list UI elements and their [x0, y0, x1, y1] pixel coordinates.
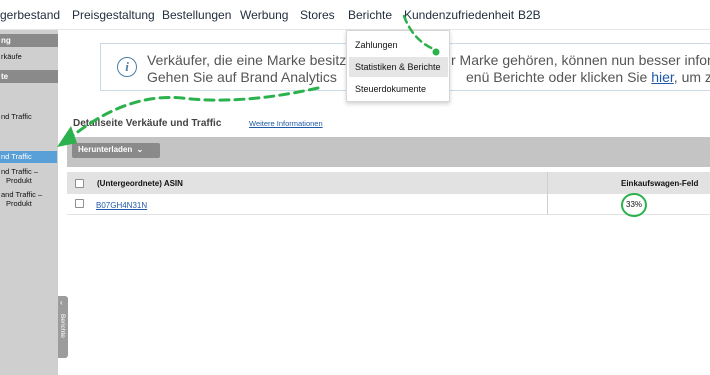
chevron-left-icon: ‹: [60, 298, 63, 307]
nav-item-orders[interactable]: Bestellungen: [162, 8, 231, 22]
sidebar: ng rkäufe te nd Traffic nd Traffic nd Tr…: [0, 30, 58, 375]
sidebar-toggle-label: Berichte: [59, 314, 66, 338]
nav-item-reports[interactable]: Berichte: [348, 8, 392, 22]
row-checkbox[interactable]: [75, 199, 84, 208]
highlight-circle: [621, 193, 647, 217]
asin-link[interactable]: B07GH4N31N: [96, 201, 147, 210]
sidebar-item-traffic-parent-product[interactable]: and Traffic – Produkt: [1, 190, 58, 208]
sidebar-item-label: Produkt: [6, 176, 32, 185]
download-button-label: Herunterladen: [78, 145, 133, 154]
download-button[interactable]: Herunterladen ⌄: [72, 143, 160, 158]
nav-item-inventory[interactable]: gerbestand: [0, 8, 60, 22]
more-info-link[interactable]: Weitere Informationen: [249, 119, 323, 128]
column-header-asin[interactable]: (Untergeordnete) ASIN: [97, 179, 183, 188]
column-divider: [547, 172, 548, 215]
banner-text-line2: Gehen Sie auf Brand Analytics: [147, 69, 337, 85]
report-title: Detailseite Verkäufe und Traffic: [73, 118, 222, 129]
table-row: B07GH4N31N 33%: [67, 195, 710, 215]
menu-item-payments[interactable]: Zahlungen: [349, 35, 448, 55]
column-header-buybox[interactable]: Einkaufswagen-Feld: [621, 179, 698, 188]
chevron-down-icon: ⌄: [136, 145, 144, 154]
banner-text: enü Berichte oder klicken Sie: [466, 69, 648, 85]
sidebar-section-header: ng: [0, 34, 58, 47]
reports-dropdown-menu: Zahlungen Statistiken & Berichte Steuerd…: [346, 30, 450, 102]
nav-item-customer-satisfaction[interactable]: Kundenzufriedenheit: [404, 8, 514, 22]
info-icon: i: [117, 57, 137, 77]
nav-item-pricing[interactable]: Preisgestaltung: [72, 8, 155, 22]
banner-here-link[interactable]: hier: [651, 69, 674, 85]
nav-item-advertising[interactable]: Werbung: [240, 8, 288, 22]
banner-text-line1-right: r Marke gehören, können nun besser infor: [451, 52, 710, 68]
page: gerbestand Preisgestaltung Bestellungen …: [0, 0, 710, 375]
nav-item-b2b[interactable]: B2B: [518, 8, 541, 22]
table-header-row: (Untergeordnete) ASIN Einkaufswagen-Feld: [67, 172, 710, 194]
sidebar-item-traffic-active[interactable]: nd Traffic: [0, 151, 57, 163]
sidebar-item-label: and Traffic –: [1, 190, 43, 199]
nav-item-stores[interactable]: Stores: [300, 8, 335, 22]
sidebar-item-label: nd Traffic –: [1, 167, 38, 176]
menu-item-tax-documents[interactable]: Steuerdokumente: [349, 79, 448, 99]
sidebar-item-label: Produkt: [6, 199, 32, 208]
annotation-arrow-to-sidebar: [68, 86, 320, 140]
banner-text-line2-right: enü Berichte oder klicken Sie hier, um z…: [466, 69, 710, 85]
menu-item-statistics-reports[interactable]: Statistiken & Berichte: [349, 57, 448, 77]
top-navigation: gerbestand Preisgestaltung Bestellungen …: [0, 0, 710, 30]
sidebar-item-traffic-product[interactable]: nd Traffic – Produkt: [1, 167, 58, 185]
sidebar-item-traffic[interactable]: nd Traffic: [1, 112, 58, 121]
select-all-checkbox[interactable]: [75, 179, 84, 188]
banner-text-line1: Verkäufer, die eine Marke besitze: [147, 52, 355, 68]
report-toolbar: Herunterladen ⌄: [67, 137, 710, 167]
sidebar-item-sales[interactable]: rkäufe: [1, 52, 58, 61]
sidebar-collapse-toggle[interactable]: ‹ Berichte: [58, 296, 68, 358]
banner-text: , um zu: [673, 69, 710, 85]
sidebar-section-header: te: [0, 70, 58, 83]
